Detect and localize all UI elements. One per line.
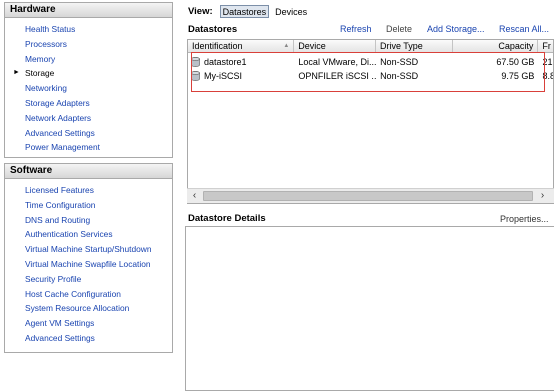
rescan-all-link[interactable]: Rescan All... xyxy=(499,24,549,34)
hardware-item-label[interactable]: Advanced Settings xyxy=(25,128,95,138)
software-item-vm-swapfile-location[interactable]: Virtual Machine Swapfile Location xyxy=(5,257,172,272)
cell-device: Local VMware, Di... xyxy=(298,57,377,67)
hardware-item-power-management[interactable]: Power Management xyxy=(5,140,172,155)
horizontal-scrollbar[interactable]: ‹ › xyxy=(187,188,554,203)
hardware-item-label[interactable]: Health Status xyxy=(25,24,75,34)
view-option-devices[interactable]: Devices xyxy=(272,5,310,18)
software-item-advanced-settings[interactable]: Advanced Settings xyxy=(5,331,172,346)
cell-capacity: 67.50 GB xyxy=(496,57,535,67)
column-header-label: Identification xyxy=(192,41,243,51)
software-item-label[interactable]: Virtual Machine Startup/Shutdown xyxy=(25,244,151,254)
cell-free: 21.26 xyxy=(542,57,553,67)
software-item-label[interactable]: DNS and Routing xyxy=(25,215,90,225)
view-option-datastores[interactable]: Datastores xyxy=(219,4,270,18)
hardware-header: Hardware xyxy=(5,3,172,18)
cell-free: 8.89 xyxy=(542,71,553,81)
software-item-label[interactable]: Advanced Settings xyxy=(25,333,95,343)
hardware-item-storage[interactable]: ► Storage xyxy=(5,66,172,81)
software-item-host-cache-configuration[interactable]: Host Cache Configuration xyxy=(5,287,172,302)
software-item-label[interactable]: Host Cache Configuration xyxy=(25,289,121,299)
software-item-label[interactable]: Authentication Services xyxy=(25,229,113,239)
software-item-security-profile[interactable]: Security Profile xyxy=(5,272,172,287)
cell-drive-type: Non-SSD xyxy=(380,57,419,67)
refresh-link[interactable]: Refresh xyxy=(340,24,372,34)
software-item-label[interactable]: Time Configuration xyxy=(25,200,95,210)
software-header: Software xyxy=(5,164,172,179)
delete-link[interactable]: Delete xyxy=(386,24,412,34)
hardware-item-health-status[interactable]: Health Status xyxy=(5,22,172,37)
hardware-item-advanced-settings[interactable]: Advanced Settings xyxy=(5,126,172,141)
hardware-item-label[interactable]: Network Adapters xyxy=(25,113,91,123)
software-item-label[interactable]: Licensed Features xyxy=(25,185,94,195)
software-panel: Software Licensed Features Time Configur… xyxy=(4,163,173,353)
add-storage-link[interactable]: Add Storage... xyxy=(427,24,485,34)
datastore-details-title: Datastore Details xyxy=(188,213,266,224)
column-header-identification[interactable]: Identification ▲ xyxy=(188,40,295,53)
sort-arrow-icon: ▲ xyxy=(283,43,290,49)
hardware-item-label[interactable]: Networking xyxy=(25,83,67,93)
software-item-licensed-features[interactable]: Licensed Features xyxy=(5,183,172,198)
datastore-name: My-iSCSI xyxy=(204,71,242,81)
selected-arrow-icon: ► xyxy=(13,69,20,77)
table-row[interactable]: datastore1 Local VMware, Di... Non-SSD 6… xyxy=(188,55,553,69)
hardware-item-storage-adapters[interactable]: Storage Adapters xyxy=(5,96,172,111)
hardware-item-memory[interactable]: Memory xyxy=(5,52,172,67)
column-header-device[interactable]: Device xyxy=(294,40,376,53)
hardware-item-label[interactable]: Processors xyxy=(25,39,67,49)
software-item-time-configuration[interactable]: Time Configuration xyxy=(5,198,172,213)
software-item-system-resource-allocation[interactable]: System Resource Allocation xyxy=(5,301,172,316)
cell-identification: datastore1 xyxy=(188,55,294,69)
hardware-list: Health Status Processors Memory ► Storage… xyxy=(5,18,172,155)
cell-device: OPNFILER iSCSI ... xyxy=(298,71,377,81)
column-header-free[interactable]: Fr xyxy=(538,40,553,53)
hardware-item-label[interactable]: Power Management xyxy=(25,142,100,152)
table-row[interactable]: My-iSCSI OPNFILER iSCSI ... Non-SSD 9.75… xyxy=(188,69,553,83)
cell-capacity: 9.75 GB xyxy=(501,71,535,81)
software-item-vm-startup-shutdown[interactable]: Virtual Machine Startup/Shutdown xyxy=(5,242,172,257)
software-item-agent-vm-settings[interactable]: Agent VM Settings xyxy=(5,316,172,331)
software-item-dns-routing[interactable]: DNS and Routing xyxy=(5,213,172,228)
hardware-item-processors[interactable]: Processors xyxy=(5,37,172,52)
cell-drive-type: Non-SSD xyxy=(380,71,419,81)
software-item-authentication-services[interactable]: Authentication Services xyxy=(5,227,172,242)
software-item-label[interactable]: Security Profile xyxy=(25,274,81,284)
hardware-item-label[interactable]: Memory xyxy=(25,54,55,64)
software-list: Licensed Features Time Configuration DNS… xyxy=(5,179,172,346)
scroll-left-icon[interactable]: ‹ xyxy=(187,189,202,203)
datastores-table: Identification ▲ Device Drive Type Capaci… xyxy=(187,39,554,204)
datastore-details-panel xyxy=(185,226,554,391)
hardware-panel: Hardware Health Status Processors Memory… xyxy=(4,2,173,158)
column-header-drive-type[interactable]: Drive Type xyxy=(376,40,453,53)
hardware-item-label[interactable]: Storage Adapters xyxy=(25,98,90,108)
datastore-name: datastore1 xyxy=(204,57,247,67)
view-bar: View: Datastores Devices xyxy=(188,4,310,18)
scroll-right-icon[interactable]: › xyxy=(535,189,550,203)
cell-identification: My-iSCSI xyxy=(188,69,294,83)
column-header-capacity[interactable]: Capacity xyxy=(453,40,539,53)
datastore-icon xyxy=(191,71,200,81)
hardware-item-label: Storage xyxy=(25,68,55,79)
table-header: Identification ▲ Device Drive Type Capaci… xyxy=(188,40,553,53)
software-item-label[interactable]: Agent VM Settings xyxy=(25,318,94,328)
view-label: View: xyxy=(188,5,213,17)
properties-link[interactable]: Properties... xyxy=(500,214,549,224)
scrollbar-thumb[interactable] xyxy=(203,191,533,201)
hardware-item-network-adapters[interactable]: Network Adapters xyxy=(5,111,172,126)
hardware-item-networking[interactable]: Networking xyxy=(5,81,172,96)
software-item-label[interactable]: System Resource Allocation xyxy=(25,303,129,313)
datastores-title: Datastores xyxy=(188,24,238,35)
software-item-label[interactable]: Virtual Machine Swapfile Location xyxy=(25,259,151,269)
datastore-icon xyxy=(191,57,200,67)
